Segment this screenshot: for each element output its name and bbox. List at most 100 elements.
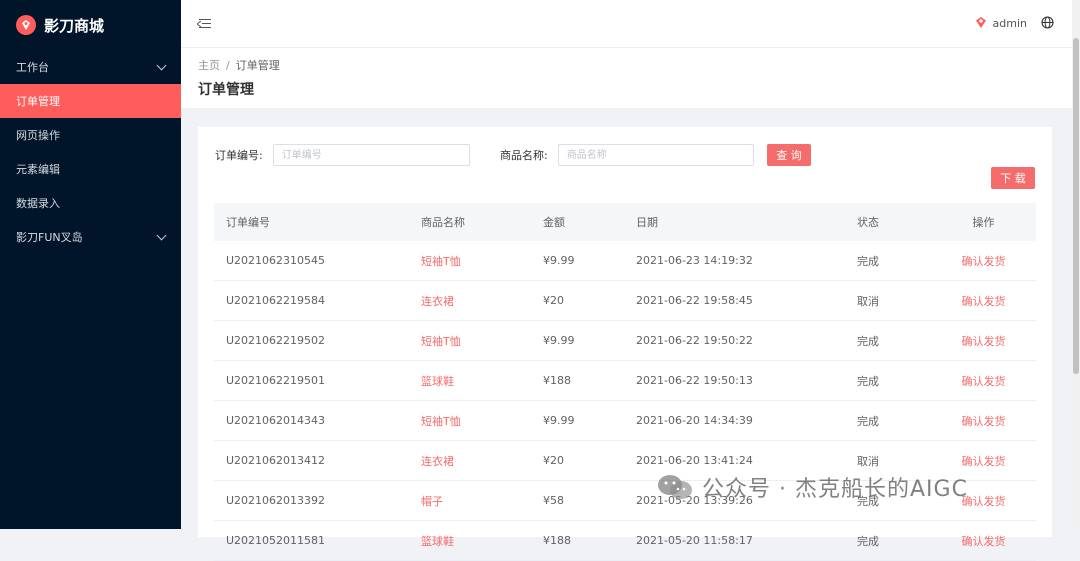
page-scrollbar[interactable] bbox=[1072, 0, 1080, 529]
order-id-cell: U2021062013412 bbox=[214, 440, 420, 481]
amount-cell: ¥188 bbox=[542, 360, 635, 401]
amount-cell: ¥20 bbox=[542, 440, 635, 481]
product-name-input[interactable] bbox=[557, 144, 754, 166]
wechat-icon bbox=[658, 475, 692, 499]
search-button[interactable]: 查 询 bbox=[767, 144, 811, 166]
status-cell: 取消 bbox=[856, 280, 931, 321]
sidebar: 影刀商城 工作台订单管理网页操作元素编辑数据录入影刀FUN叉岛 bbox=[0, 0, 181, 529]
order-id-cell: U2021062310545 bbox=[214, 241, 420, 281]
status-cell: 完成 bbox=[856, 520, 931, 561]
sidebar-item-5[interactable]: 影刀FUN叉岛 bbox=[0, 220, 181, 254]
sidebar-item-label: 订单管理 bbox=[16, 95, 60, 108]
scrollbar-thumb[interactable] bbox=[1073, 38, 1079, 374]
user-logo-icon bbox=[975, 16, 987, 32]
confirm-ship-link[interactable]: 确认发货 bbox=[931, 360, 1036, 401]
date-cell: 2021-06-23 14:19:32 bbox=[635, 241, 856, 281]
order-id-label: 订单编号: bbox=[215, 149, 263, 162]
globe-icon[interactable] bbox=[1041, 15, 1054, 32]
order-id-cell: U2021062219584 bbox=[214, 280, 420, 321]
status-cell: 完成 bbox=[856, 400, 931, 441]
top-header: admin bbox=[181, 0, 1080, 48]
status-cell: 完成 bbox=[856, 360, 931, 401]
orders-table: 订单编号 商品名称 金额 日期 状态 操作 U2021062310545 短袖T恤… bbox=[214, 203, 1036, 561]
page-title: 订单管理 bbox=[198, 82, 254, 98]
app-title: 影刀商城 bbox=[44, 16, 105, 35]
product-cell: 篮球鞋 bbox=[420, 360, 542, 401]
user-area[interactable]: admin bbox=[975, 15, 1054, 32]
product-cell: 连衣裙 bbox=[420, 440, 542, 481]
confirm-ship-link[interactable]: 确认发货 bbox=[931, 400, 1036, 441]
amount-cell: ¥9.99 bbox=[542, 400, 635, 441]
table-row: U2021062219501 篮球鞋 ¥188 2021-06-22 19:50:13… bbox=[214, 360, 1036, 401]
column-header-amount: 金额 bbox=[542, 203, 635, 241]
date-cell: 2021-06-22 19:50:13 bbox=[635, 360, 856, 401]
breadcrumb-home[interactable]: 主页 bbox=[198, 59, 220, 72]
logo[interactable]: 影刀商城 bbox=[0, 0, 181, 50]
breadcrumb-separator: / bbox=[226, 59, 230, 72]
table-header-row: 订单编号 商品名称 金额 日期 状态 操作 bbox=[214, 203, 1036, 241]
product-cell: 短袖T恤 bbox=[420, 400, 542, 441]
sidebar-item-label: 工作台 bbox=[16, 61, 49, 74]
table-row: U2021062310545 短袖T恤 ¥9.99 2021-06-23 14:19:… bbox=[214, 241, 1036, 281]
amount-cell: ¥9.99 bbox=[542, 320, 635, 361]
amount-cell: ¥188 bbox=[542, 520, 635, 561]
table-row: U2021062219584 连衣裙 ¥20 2021-06-22 19:58:45 取… bbox=[214, 280, 1036, 321]
amount-cell: ¥20 bbox=[542, 280, 635, 321]
sidebar-item-3[interactable]: 元素编辑 bbox=[0, 152, 181, 186]
orders-table-body: U2021062310545 短袖T恤 ¥9.99 2021-06-23 14:19:… bbox=[214, 241, 1036, 561]
product-cell: 帽子 bbox=[420, 480, 542, 521]
sidebar-item-1[interactable]: 订单管理 bbox=[0, 84, 181, 118]
column-header-order-id: 订单编号 bbox=[214, 203, 420, 241]
order-id-cell: U2021062219502 bbox=[214, 320, 420, 361]
confirm-ship-link[interactable]: 确认发货 bbox=[931, 520, 1036, 561]
column-header-product: 商品名称 bbox=[420, 203, 542, 241]
username[interactable]: admin bbox=[993, 17, 1027, 30]
status-cell: 完成 bbox=[856, 241, 931, 281]
download-button[interactable]: 下 载 bbox=[991, 167, 1035, 189]
product-cell: 篮球鞋 bbox=[420, 520, 542, 561]
sidebar-item-4[interactable]: 数据录入 bbox=[0, 186, 181, 220]
confirm-ship-link[interactable]: 确认发货 bbox=[931, 280, 1036, 321]
amount-cell: ¥58 bbox=[542, 480, 635, 521]
menu-fold-icon[interactable] bbox=[197, 18, 211, 30]
order-id-input[interactable] bbox=[272, 144, 470, 166]
sidebar-item-label: 网页操作 bbox=[16, 129, 60, 142]
order-id-cell: U2021062014343 bbox=[214, 400, 420, 441]
product-cell: 连衣裙 bbox=[420, 280, 542, 321]
date-cell: 2021-06-20 14:34:39 bbox=[635, 400, 856, 441]
table-row: U2021052011581 篮球鞋 ¥188 2021-05-20 11:58:17… bbox=[214, 520, 1036, 561]
product-cell: 短袖T恤 bbox=[420, 241, 542, 281]
product-name-filter: 商品名称: bbox=[500, 144, 754, 166]
order-id-cell: U2021062013392 bbox=[214, 480, 420, 521]
date-cell: 2021-05-20 11:58:17 bbox=[635, 520, 856, 561]
sidebar-item-2[interactable]: 网页操作 bbox=[0, 118, 181, 152]
breadcrumb: 主页 / 订单管理 bbox=[198, 57, 280, 73]
watermark-text: 公众号 · 杰克船长的AIGC bbox=[702, 477, 968, 502]
table-row: U2021062014343 短袖T恤 ¥9.99 2021-06-20 14:34:… bbox=[214, 400, 1036, 441]
watermark: 公众号 · 杰克船长的AIGC bbox=[656, 471, 968, 503]
column-header-status: 状态 bbox=[856, 203, 931, 241]
date-cell: 2021-06-22 19:50:22 bbox=[635, 320, 856, 361]
table-row: U2021062219502 短袖T恤 ¥9.99 2021-06-22 19:50:… bbox=[214, 320, 1036, 361]
sidebar-item-label: 数据录入 bbox=[16, 197, 60, 210]
page-header: 主页 / 订单管理 订单管理 bbox=[181, 48, 1072, 108]
chevron-down-icon bbox=[156, 230, 167, 240]
sidebar-menu: 工作台订单管理网页操作元素编辑数据录入影刀FUN叉岛 bbox=[0, 50, 181, 254]
amount-cell: ¥9.99 bbox=[542, 241, 635, 281]
status-cell: 完成 bbox=[856, 320, 931, 361]
date-cell: 2021-06-22 19:58:45 bbox=[635, 280, 856, 321]
column-header-date: 日期 bbox=[635, 203, 856, 241]
sidebar-item-label: 影刀FUN叉岛 bbox=[16, 231, 83, 244]
sidebar-item-label: 元素编辑 bbox=[16, 163, 60, 176]
column-header-action: 操作 bbox=[931, 203, 1036, 241]
logo-icon bbox=[16, 15, 36, 35]
order-id-filter: 订单编号: bbox=[215, 144, 470, 166]
chevron-down-icon bbox=[156, 60, 167, 70]
product-name-label: 商品名称: bbox=[500, 149, 548, 162]
sidebar-item-0[interactable]: 工作台 bbox=[0, 50, 181, 84]
product-cell: 短袖T恤 bbox=[420, 320, 542, 361]
confirm-ship-link[interactable]: 确认发货 bbox=[931, 320, 1036, 361]
order-id-cell: U2021052011581 bbox=[214, 520, 420, 561]
confirm-ship-link[interactable]: 确认发货 bbox=[931, 241, 1036, 281]
order-id-cell: U2021062219501 bbox=[214, 360, 420, 401]
